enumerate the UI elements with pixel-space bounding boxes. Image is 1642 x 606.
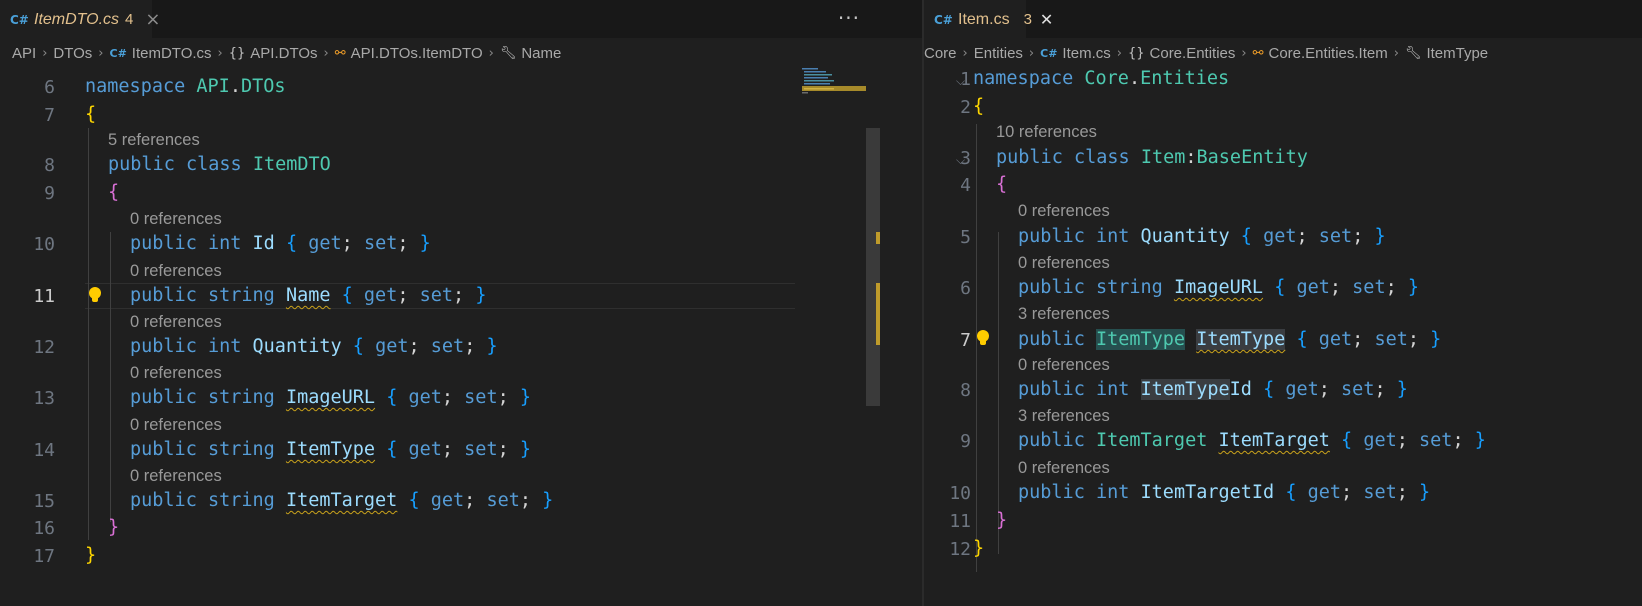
code-line: public string Name { get; set; } [130, 285, 487, 306]
codelens-references[interactable]: 0 references [1018, 459, 1110, 478]
code-editor[interactable]: 6 namespace API.DTOs 7 { 5 references 8 … [0, 0, 922, 606]
code-line: public string ImageURL { get; set; } [1018, 277, 1420, 298]
code-line: { [973, 96, 985, 117]
codelens-references[interactable]: 0 references [130, 210, 222, 229]
codelens-references[interactable]: 0 references [130, 416, 222, 435]
line-number: 4 [960, 175, 971, 196]
line-number: 2 [960, 97, 971, 118]
right-editor-group: C# Item.cs 3 ✕ Core › Entities › C# Item.… [924, 0, 1642, 606]
line-number: 5 [960, 227, 971, 248]
overview-ruler-marker [876, 283, 880, 345]
indent-guide [998, 232, 999, 554]
code-line: public string ItemTarget { get; set; } [130, 490, 554, 511]
minimap[interactable] [800, 66, 866, 106]
line-number: 12 [949, 539, 971, 560]
code-line: } [85, 545, 97, 566]
code-line: { [108, 182, 120, 203]
code-line: } [973, 538, 985, 559]
line-number: 13 [33, 388, 55, 409]
code-line: public int Quantity { get; set; } [130, 336, 498, 357]
line-number: 11 [33, 286, 55, 307]
code-line: public ItemType ItemType { get; set; } [1018, 329, 1442, 350]
scrollbar-thumb[interactable] [866, 128, 880, 406]
line-number: 8 [44, 155, 55, 176]
code-line: public string ItemType { get; set; } [130, 439, 532, 460]
line-number: 7 [960, 330, 971, 351]
line-number: 10 [33, 234, 55, 255]
fold-chevron-icon[interactable]: ⌵ [956, 74, 965, 89]
codelens-references[interactable]: 0 references [130, 364, 222, 383]
code-line: } [108, 517, 120, 538]
line-number: 8 [960, 380, 971, 401]
code-line: public int Id { get; set; } [130, 233, 431, 254]
line-number: 9 [960, 431, 971, 452]
line-number: 9 [44, 183, 55, 204]
codelens-references[interactable]: 0 references [130, 262, 222, 281]
fold-chevron-icon[interactable]: ⌵ [956, 153, 965, 168]
codelens-references[interactable]: 0 references [1018, 202, 1110, 221]
indent-guide [976, 124, 977, 572]
code-line: public string ImageURL { get; set; } [130, 387, 532, 408]
codelens-references[interactable]: 3 references [1018, 407, 1110, 426]
code-line: } [996, 510, 1008, 531]
code-line: { [996, 174, 1008, 195]
lightbulb-icon[interactable] [977, 330, 989, 345]
code-line: public class Item:BaseEntity [996, 147, 1308, 168]
line-number: 15 [33, 491, 55, 512]
line-number: 6 [44, 77, 55, 98]
line-number: 10 [949, 483, 971, 504]
codelens-references[interactable]: 5 references [108, 131, 200, 150]
line-number: 16 [33, 518, 55, 539]
code-line: public ItemTarget ItemTarget { get; set;… [1018, 430, 1486, 451]
code-line: public int Quantity { get; set; } [1018, 226, 1386, 247]
codelens-references[interactable]: 0 references [1018, 254, 1110, 273]
line-number: 11 [949, 511, 971, 532]
codelens-references[interactable]: 0 references [130, 313, 222, 332]
code-line: public int ItemTargetId { get; set; } [1018, 482, 1431, 503]
codelens-references[interactable]: 3 references [1018, 305, 1110, 324]
line-number: 14 [33, 440, 55, 461]
line-number: 7 [44, 105, 55, 126]
code-line: namespace Core.Entities [973, 68, 1230, 89]
overview-ruler-marker [876, 232, 880, 244]
code-line: public class ItemDTO [108, 154, 331, 175]
code-editor[interactable]: 1 ⌵ namespace Core.Entities 2 { 10 refer… [924, 0, 1642, 606]
line-number: 6 [960, 278, 971, 299]
code-line: namespace API.DTOs [85, 76, 286, 97]
code-line: public int ItemTypeId { get; set; } [1018, 379, 1408, 400]
indent-guide [88, 128, 89, 540]
line-number: 17 [33, 546, 55, 567]
code-line: { [85, 104, 97, 125]
indent-guide [110, 232, 111, 522]
codelens-references[interactable]: 0 references [1018, 356, 1110, 375]
left-editor-group: C# ItemDTO.cs 4 × ··· API › DTOs › C# Ite… [0, 0, 922, 606]
line-number: 12 [33, 337, 55, 358]
codelens-references[interactable]: 10 references [996, 123, 1097, 142]
lightbulb-icon[interactable] [89, 287, 101, 302]
codelens-references[interactable]: 0 references [130, 467, 222, 486]
